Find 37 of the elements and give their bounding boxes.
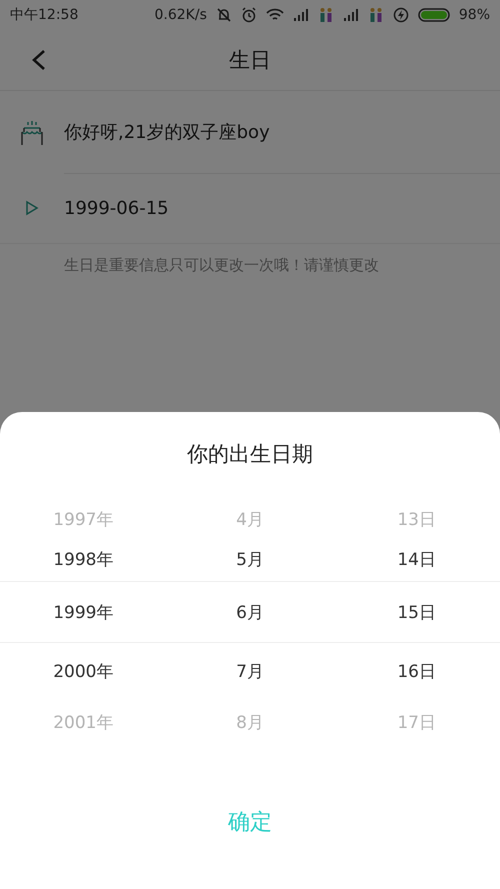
charging-icon <box>392 7 409 23</box>
year-option: 1997年 <box>53 508 114 530</box>
picker-row[interactable]: 1998年 5月 14日 <box>0 538 500 581</box>
wifi-icon <box>266 8 284 22</box>
day-option: 16日 <box>397 660 436 683</box>
battery-percent: 98% <box>458 7 490 23</box>
selected-row[interactable]: 1999年 6月 15日 <box>0 581 500 643</box>
signal-icon <box>292 9 309 21</box>
month-option: 5月 <box>236 548 264 571</box>
day-option: 17日 <box>397 711 436 734</box>
month-option: 7月 <box>236 660 264 683</box>
month-option: 8月 <box>236 711 264 734</box>
alarm-icon <box>240 7 257 23</box>
battery-icon <box>418 8 450 22</box>
hint-text: 生日是重要信息只可以更改一次哦！请谨慎更改 <box>64 256 379 274</box>
month-option: 6月 <box>236 600 264 624</box>
year-option: 1999年 <box>53 600 114 624</box>
year-option: 2001年 <box>53 711 114 734</box>
mute-bell-icon <box>216 7 232 23</box>
status-time: 中午12:58 <box>10 6 78 24</box>
people-icon <box>318 7 334 23</box>
month-option: 4月 <box>236 508 264 530</box>
sheet-title: 你的出生日期 <box>187 442 313 466</box>
network-speed: 0.62K/s <box>154 7 207 23</box>
year-option: 2000年 <box>53 660 114 683</box>
year-option: 1998年 <box>53 548 114 571</box>
cake-icon <box>20 118 44 146</box>
page-title: 生日 <box>229 47 271 74</box>
day-option: 15日 <box>397 600 436 624</box>
play-icon <box>25 200 39 216</box>
day-option: 13日 <box>397 508 436 530</box>
signal-icon <box>342 9 359 21</box>
birthday-value: 1999-06-15 <box>64 196 170 220</box>
people-icon <box>368 7 384 23</box>
day-option: 14日 <box>397 548 436 571</box>
greeting-text: 你好呀,21岁的双子座boy <box>64 90 500 174</box>
picker-row[interactable]: 2000年 7月 16日 <box>0 643 500 700</box>
